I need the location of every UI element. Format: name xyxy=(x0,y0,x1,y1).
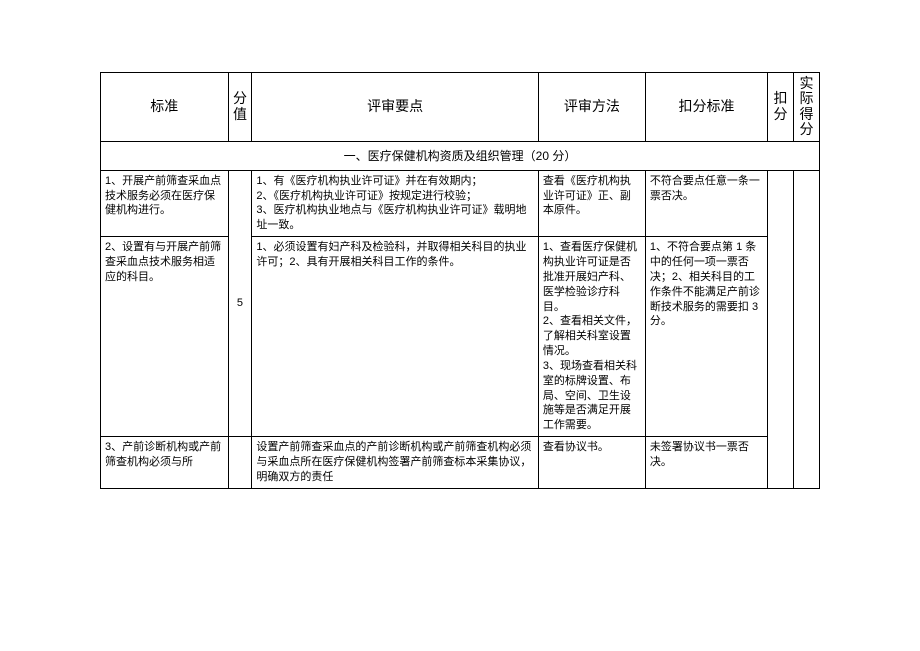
cell-standard: 1、开展产前筛查采血点技术服务必须在医疗保健机构进行。 xyxy=(101,170,229,236)
evaluation-table: 标准 分 值 评审要点 评审方法 扣分标准 扣 分 实 际 得 分 一、医疗 xyxy=(100,72,820,489)
header-row: 标准 分 值 评审要点 评审方法 扣分标准 扣 分 实 际 得 分 xyxy=(101,73,820,142)
col-actual-score: 实 际 得 分 xyxy=(794,73,820,142)
cell-review-method: 1、查看医疗保健机构执业许可证是否批准开展妇产科、医学检验诊疗科目。 2、查看相… xyxy=(538,237,645,437)
cell-review-method: 查看协议书。 xyxy=(538,437,645,489)
cell-score-value-blank xyxy=(228,437,252,489)
cell-score-value: 5 xyxy=(228,170,252,436)
section-title-1: 一、医疗保健机构资质及组织管理（20 分） xyxy=(101,141,820,170)
cell-review-points: 设置产前筛查采血点的产前诊断机构或产前筛查机构必须与采血点所在医疗保健机构签署产… xyxy=(252,437,539,489)
cell-standard: 2、设置有与开展产前筛查采血点技术服务相适应的科目。 xyxy=(101,237,229,437)
cell-review-points: 1、有《医疗机构执业许可证》并在有效期内； 2、《医疗机构执业许可证》按规定进行… xyxy=(252,170,539,236)
col-deduction-standard: 扣分标准 xyxy=(645,73,767,142)
col-review-method: 评审方法 xyxy=(538,73,645,142)
col-standard: 标准 xyxy=(101,73,229,142)
table-row: 3、产前诊断机构或产前筛查机构必须与所 设置产前筛查采血点的产前诊断机构或产前筛… xyxy=(101,437,820,489)
col-deduction: 扣 分 xyxy=(768,73,794,142)
col-score-value: 分 值 xyxy=(228,73,252,142)
cell-deduction-standard: 不符合要点任意一条一票否决。 xyxy=(645,170,767,236)
table-row: 1、开展产前筛查采血点技术服务必须在医疗保健机构进行。 5 1、有《医疗机构执业… xyxy=(101,170,820,236)
cell-review-method: 查看《医疗机构执业许可证》正、副本原件。 xyxy=(538,170,645,236)
col-review-points: 评审要点 xyxy=(252,73,539,142)
cell-review-points: 1、必须设置有妇产科及检验科，并取得相关科目的执业许可；2、具有开展相关科目工作… xyxy=(252,237,539,437)
section-row-1: 一、医疗保健机构资质及组织管理（20 分） xyxy=(101,141,820,170)
cell-deduction-blank xyxy=(768,170,794,488)
cell-standard: 3、产前诊断机构或产前筛查机构必须与所 xyxy=(101,437,229,489)
cell-deduction-standard: 未签署协议书一票否决。 xyxy=(645,437,767,489)
cell-actual-score-blank xyxy=(794,170,820,488)
table-row: 2、设置有与开展产前筛查采血点技术服务相适应的科目。 1、必须设置有妇产科及检验… xyxy=(101,237,820,437)
cell-deduction-standard: 1、不符合要点第 1 条中的任何一项一票否决；2、相关科目的工作条件不能满足产前… xyxy=(645,237,767,437)
